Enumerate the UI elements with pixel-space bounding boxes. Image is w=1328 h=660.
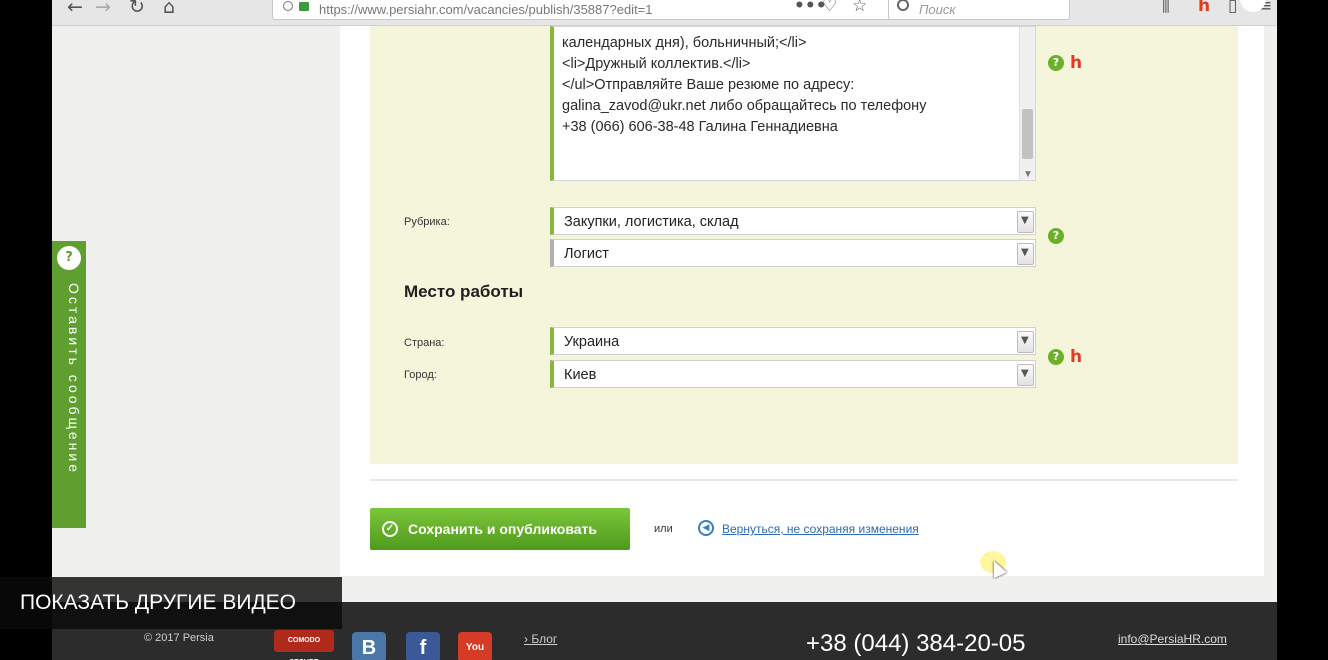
check-icon: ✓ (382, 521, 398, 537)
forward-arrow-icon[interactable]: → (90, 0, 116, 20)
comodo-badge-label: COMODO SECURE (287, 637, 321, 660)
city-label: Город: (404, 369, 437, 381)
search-placeholder: Поиск (919, 2, 956, 17)
page: календарных дня), больничный;</li> <li>Д… (52, 26, 1277, 602)
rubric-category-select[interactable]: Закупки, логистика, склад ▼ (550, 207, 1036, 235)
hh-icon[interactable]: h (1070, 54, 1084, 72)
description-line: календарных дня), больничный;</li> (562, 35, 807, 51)
youtube-icon[interactable]: You (458, 632, 492, 660)
back-arrow-icon[interactable]: ← (62, 0, 88, 20)
browser-toolbar: ← → ↻ ⌂ https://www.persiahr.com/vacanci… (52, 0, 1277, 26)
chevron-down-icon[interactable]: ▼ (1017, 364, 1034, 386)
description-line: </ul>Отправляйте Ваше резюме по адресу: (562, 77, 855, 93)
padlock-icon (299, 2, 309, 11)
hh-icon[interactable]: h (1070, 348, 1084, 366)
help-icon[interactable]: ? (1048, 228, 1064, 244)
copyright-text: © 2017 Persia (144, 632, 214, 644)
content-area: календарных дня), больничный;</li> <li>Д… (340, 26, 1264, 579)
description-line: +38 (066) 606-38-48 Галина Геннадиевна (562, 119, 838, 135)
help-icon[interactable]: ? (1048, 349, 1064, 365)
sidebar-icon[interactable]: ▯ (1228, 0, 1237, 16)
reload-icon[interactable]: ↻ (124, 0, 150, 20)
country-select[interactable]: Украина ▼ (550, 327, 1036, 355)
facebook-icon[interactable]: f (406, 632, 440, 660)
rubric-category-value: Закупки, логистика, склад (564, 214, 739, 230)
library-icon[interactable]: ⫼ (1162, 0, 1170, 16)
comodo-secure-badge[interactable]: COMODO SECURE (274, 630, 334, 660)
chevron-down-icon[interactable]: ▼ (1017, 243, 1034, 265)
chat-icon: ? (57, 246, 81, 270)
description-textarea[interactable]: календарных дня), больничный;</li> <li>Д… (550, 26, 1036, 181)
scrollbar-thumb[interactable] (1022, 109, 1033, 159)
vk-icon[interactable]: B (352, 632, 386, 660)
vacancy-form: календарных дня), больничный;</li> <li>Д… (370, 26, 1238, 464)
hh-extension-icon[interactable]: h (1198, 0, 1210, 16)
city-select[interactable]: Киев ▼ (550, 360, 1036, 388)
or-text: или (654, 523, 673, 535)
screen: ← → ↻ ⌂ https://www.persiahr.com/vacanci… (0, 0, 1328, 660)
pocket-icon[interactable]: ♡ (822, 0, 837, 16)
country-label: Страна: (404, 337, 445, 349)
search-input[interactable]: Поиск (888, 0, 1070, 20)
textarea-scrollbar[interactable]: ▼ (1019, 27, 1035, 180)
blog-link[interactable]: › Блог (524, 632, 557, 646)
section-title-workplace: Место работы (404, 282, 524, 301)
description-line: galina_zavod@ukr.net либо обращайтесь по… (562, 98, 927, 114)
rubric-subcategory-select[interactable]: Логист ▼ (550, 239, 1036, 267)
help-icon[interactable]: ? (1048, 55, 1064, 71)
rubric-subcategory-value: Логист (564, 246, 609, 262)
show-other-videos-button[interactable]: ПОКАЗАТЬ ДРУГИЕ ВИДЕО (0, 577, 342, 629)
url-text: https://www.persiahr.com/vacancies/publi… (319, 2, 653, 17)
blog-link-label: Блог (531, 632, 558, 646)
scroll-down-icon[interactable]: ▼ (1023, 169, 1033, 180)
rubric-label: Рубрика: (404, 216, 450, 228)
description-line: <li>Дружный коллектив.</li> (562, 56, 751, 72)
chevron-down-icon[interactable]: ▼ (1017, 211, 1034, 233)
feedback-side-tab[interactable]: ? Оставить сообщение (52, 241, 86, 528)
footer-phone: +38 (044) 384-20-05 (806, 630, 1026, 657)
back-without-saving-link[interactable]: Вернуться, не сохраняя изменения (722, 522, 919, 536)
home-icon[interactable]: ⌂ (156, 0, 182, 20)
back-circle-icon[interactable]: ◀ (698, 520, 714, 536)
country-value: Украина (564, 334, 620, 350)
city-value: Киев (564, 367, 597, 383)
info-icon[interactable] (283, 1, 293, 11)
divider (370, 479, 1238, 481)
feedback-tab-label: Оставить сообщение (66, 283, 82, 476)
footer-email-link[interactable]: info@PersiaHR.com (1118, 632, 1227, 646)
bookmark-star-icon[interactable]: ☆ (852, 0, 867, 16)
search-icon (897, 0, 909, 11)
chevron-down-icon[interactable]: ▼ (1017, 331, 1034, 353)
save-button-label: Сохранить и опубликовать (408, 521, 597, 537)
save-and-publish-button[interactable]: ✓ Сохранить и опубликовать (370, 508, 630, 550)
